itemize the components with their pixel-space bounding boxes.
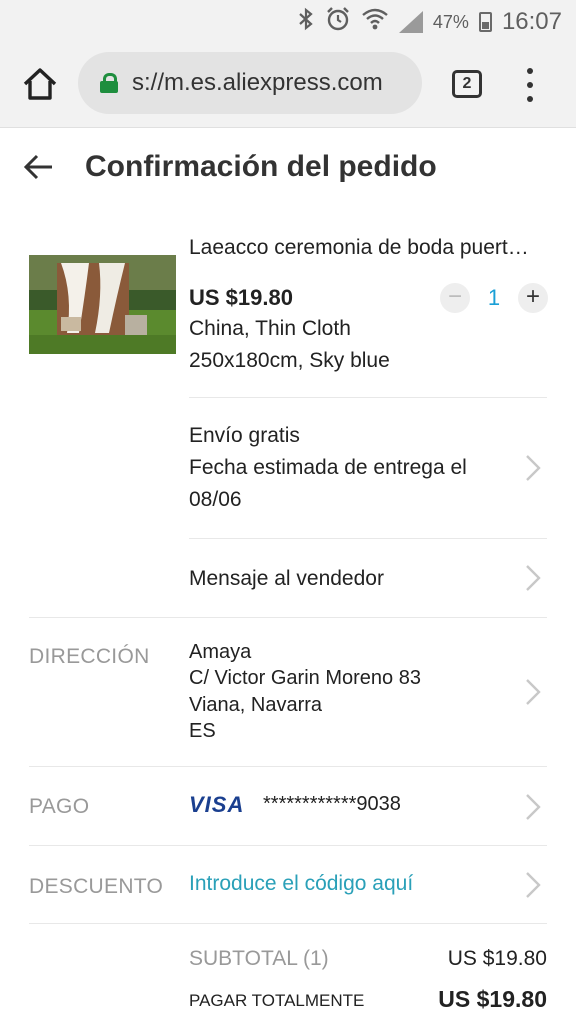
chevron-right-icon — [526, 872, 541, 898]
decrease-quantity-button[interactable]: − — [440, 283, 470, 313]
divider — [29, 617, 547, 618]
address-bar[interactable]: s://m.es.aliexpress.com — [78, 52, 422, 114]
divider — [189, 538, 547, 539]
home-button[interactable] — [20, 64, 60, 104]
back-arrow-icon[interactable] — [22, 150, 56, 184]
card-number: ************9038 — [263, 793, 401, 815]
shipping-estimate-text: Fecha estimada de entrega el — [189, 456, 467, 479]
page-title: Confirmación del pedido — [85, 150, 437, 183]
url-text: s://m.es.aliexpress.com — [132, 69, 383, 96]
divider — [29, 845, 547, 846]
product-variant-origin: China, Thin Cloth — [189, 317, 351, 340]
visa-logo-icon: VISA — [189, 792, 245, 817]
address-name: Amaya — [189, 641, 252, 663]
clock: 16:07 — [501, 8, 562, 35]
divider — [29, 766, 547, 767]
tab-switcher-button[interactable]: 2 — [452, 70, 482, 98]
coupon-code-input[interactable]: Introduce el código aquí — [189, 872, 413, 896]
home-icon — [23, 68, 57, 100]
total-value: US $19.80 — [438, 986, 547, 1012]
product-price: US $19.80 — [189, 285, 293, 310]
page-header: Confirmación del pedido — [0, 128, 576, 208]
divider — [189, 397, 547, 398]
product-variant-size-color: 250x180cm, Sky blue — [189, 349, 390, 372]
browser-toolbar: s://m.es.aliexpress.com 2 — [0, 40, 576, 128]
wifi-icon — [361, 7, 389, 37]
chevron-right-icon — [526, 565, 541, 591]
increase-quantity-button[interactable]: + — [518, 283, 548, 313]
subtotal-value: US $19.80 — [447, 947, 547, 970]
payment-label: PAGO — [29, 795, 90, 818]
divider — [29, 923, 547, 924]
product-image[interactable] — [29, 255, 176, 354]
status-bar: 47% 16:07 — [0, 0, 576, 40]
signal-icon — [398, 11, 423, 33]
address-street: C/ Victor Garin Moreno 83 — [189, 667, 421, 689]
address-label: DIRECCIÓN — [29, 645, 150, 668]
chevron-right-icon — [526, 679, 541, 705]
status-icons: 47% 16:07 — [297, 6, 562, 38]
shipping-date: 08/06 — [189, 488, 242, 511]
address-city: Viana, Navarra — [189, 694, 323, 716]
battery-percent: 47% — [432, 11, 469, 32]
quantity-stepper: − 1 + — [440, 283, 548, 313]
chevron-right-icon — [526, 455, 541, 481]
battery-icon — [478, 12, 492, 32]
product-title[interactable]: Laeacco ceremonia de boda puert… — [189, 236, 549, 260]
address-country: ES — [189, 720, 216, 742]
subtotal-label: SUBTOTAL (1) — [189, 947, 329, 970]
message-seller-label: Mensaje al vendedor — [189, 567, 384, 590]
discount-label: DESCUENTO — [29, 875, 164, 898]
overflow-menu-icon[interactable] — [522, 68, 538, 102]
chevron-right-icon — [526, 794, 541, 820]
alarm-icon — [325, 6, 351, 38]
lock-icon — [100, 73, 118, 93]
total-label: PAGAR TOTALMENTE — [189, 991, 365, 1010]
quantity-value: 1 — [487, 285, 501, 310]
bluetooth-icon — [297, 7, 315, 37]
shipping-free-text: Envío gratis — [189, 424, 300, 447]
